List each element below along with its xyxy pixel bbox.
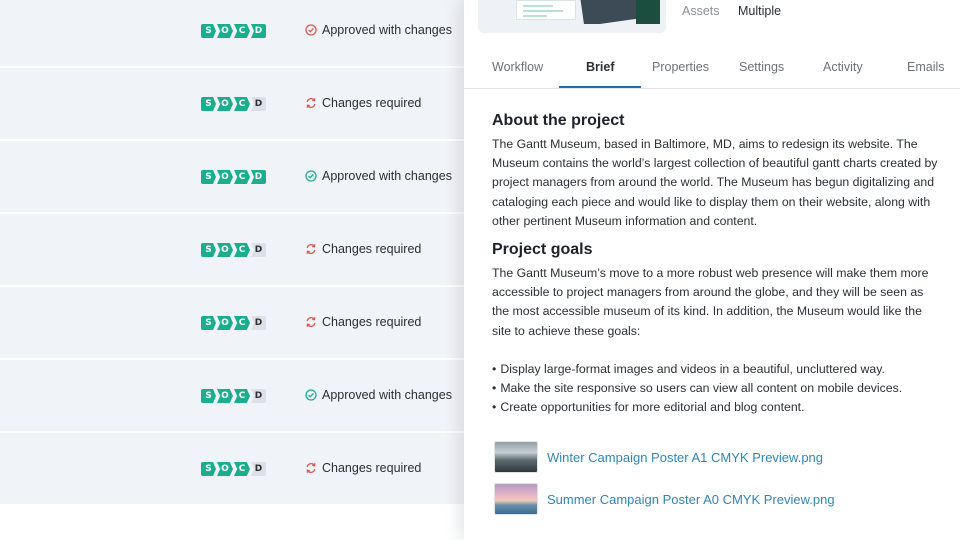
stage-step: D (251, 462, 266, 476)
changes-required-icon (306, 244, 316, 254)
attachment-link[interactable]: Summer Campaign Poster A0 CMYK Preview.p… (547, 492, 835, 507)
goal-item: Make the site responsive so users can vi… (492, 379, 942, 398)
stage-step: O (217, 170, 233, 184)
table-row[interactable]: S O C D Approved with changes (0, 141, 464, 212)
table-row[interactable]: S O C D Changes required (0, 214, 464, 285)
stage-step: C (234, 389, 250, 403)
tab-emails[interactable]: Emails (907, 60, 945, 74)
stage-step: O (217, 389, 233, 403)
goal-item: Display large-format images and videos i… (492, 360, 942, 379)
approved-check-icon (305, 389, 317, 401)
stage-step: O (217, 97, 233, 111)
stage-indicator: SOCD (201, 97, 266, 111)
tab-activity[interactable]: Activity (823, 60, 863, 74)
goals-text: The Gantt Museum’s move to a more robust… (492, 266, 929, 338)
changes-required-icon (306, 317, 316, 327)
status-text: Approved with changes (322, 388, 452, 402)
tab-properties[interactable]: Properties (652, 60, 709, 74)
tab-brief[interactable]: Brief (586, 60, 614, 74)
status-cell: Changes required (305, 242, 421, 256)
stage-step: D (251, 170, 266, 184)
changes-required-icon (306, 98, 316, 108)
stage-step: S (201, 316, 216, 330)
stage-step: S (201, 389, 216, 403)
status-cell: Approved with changes (305, 388, 452, 402)
table-footer-space (0, 505, 464, 540)
stage-step: S (201, 97, 216, 111)
asset-preview-card[interactable] (478, 0, 666, 33)
stage-step: D (251, 389, 266, 403)
stage-step: C (234, 97, 250, 111)
status-text: Changes required (322, 461, 422, 475)
attachment-winter[interactable]: Winter Campaign Poster A1 CMYK Preview.p… (494, 441, 823, 473)
status-cell: Changes required (305, 315, 421, 329)
attachment-thumbnail (494, 483, 538, 515)
status-text: Approved with changes (322, 23, 452, 37)
panel-tabs: Workflow Brief Properties Settings Activ… (464, 48, 960, 89)
table-row[interactable]: S O C D Approved with changes (0, 0, 464, 66)
assets-value: Multiple (738, 4, 782, 18)
stage-indicator: SOCD (201, 316, 266, 330)
table-row[interactable]: S O C D Approved with changes (0, 360, 464, 431)
attachment-summer[interactable]: Summer Campaign Poster A0 CMYK Preview.p… (494, 483, 835, 515)
stage-indicator: SOCD (201, 389, 266, 403)
stage-step: S (201, 462, 216, 476)
stage-step: D (251, 316, 266, 330)
attachment-link[interactable]: Winter Campaign Poster A1 CMYK Preview.p… (547, 450, 823, 465)
active-tab-indicator (559, 86, 641, 88)
stage-indicator: SOCD (201, 170, 266, 184)
about-text: The Gantt Museum, based in Baltimore, MD… (492, 137, 938, 228)
detail-panel: Assets Multiple Workflow Brief Propertie… (464, 0, 960, 540)
stage-step: O (217, 462, 233, 476)
stage-step: O (217, 24, 233, 38)
approved-check-icon (305, 24, 317, 36)
changes-required-icon (306, 463, 316, 473)
attachment-thumbnail (494, 441, 538, 473)
review-table: S O C D Approved with changes S O C D Changes req… (0, 0, 464, 506)
stage-step: O (217, 316, 233, 330)
stage-step: S (201, 24, 216, 38)
tab-workflow[interactable]: Workflow (492, 60, 543, 74)
status-cell: Changes required (305, 96, 421, 110)
status-cell: Changes required (305, 461, 421, 475)
status-text: Changes required (322, 242, 422, 256)
goals-heading: Project goals (492, 241, 593, 259)
status-text: Changes required (322, 315, 422, 329)
stage-indicator: SOCD (201, 243, 266, 257)
stage-step: C (234, 462, 250, 476)
tab-settings[interactable]: Settings (739, 60, 784, 74)
stage-step: S (201, 170, 216, 184)
stage-indicator: SOCD (201, 24, 266, 38)
stage-step: C (234, 24, 250, 38)
stage-step: D (251, 97, 266, 111)
stage-step: C (234, 243, 250, 257)
table-row[interactable]: S O C D Changes required (0, 433, 464, 504)
status-cell: Approved with changes (305, 169, 452, 183)
stage-step: D (251, 24, 266, 38)
status-text: Changes required (322, 96, 422, 110)
stage-step: C (234, 170, 250, 184)
stage-step: O (217, 243, 233, 257)
goals-list: Display large-format images and videos i… (492, 360, 942, 418)
approved-check-icon (305, 170, 317, 182)
assets-label: Assets (682, 4, 720, 18)
stage-step: S (201, 243, 216, 257)
stage-step: C (234, 316, 250, 330)
stage-indicator: SOCD (201, 462, 266, 476)
table-row[interactable]: S O C D Changes required (0, 68, 464, 139)
brief-content: About the project The Gantt Museum, base… (492, 112, 942, 417)
goal-item: Create opportunities for more editorial … (492, 398, 942, 417)
status-text: Approved with changes (322, 169, 452, 183)
status-cell: Approved with changes (305, 23, 452, 37)
table-row[interactable]: S O C D Changes required (0, 287, 464, 358)
about-heading: About the project (492, 112, 625, 129)
stage-step: D (251, 243, 266, 257)
asset-thumbnail (502, 0, 662, 24)
